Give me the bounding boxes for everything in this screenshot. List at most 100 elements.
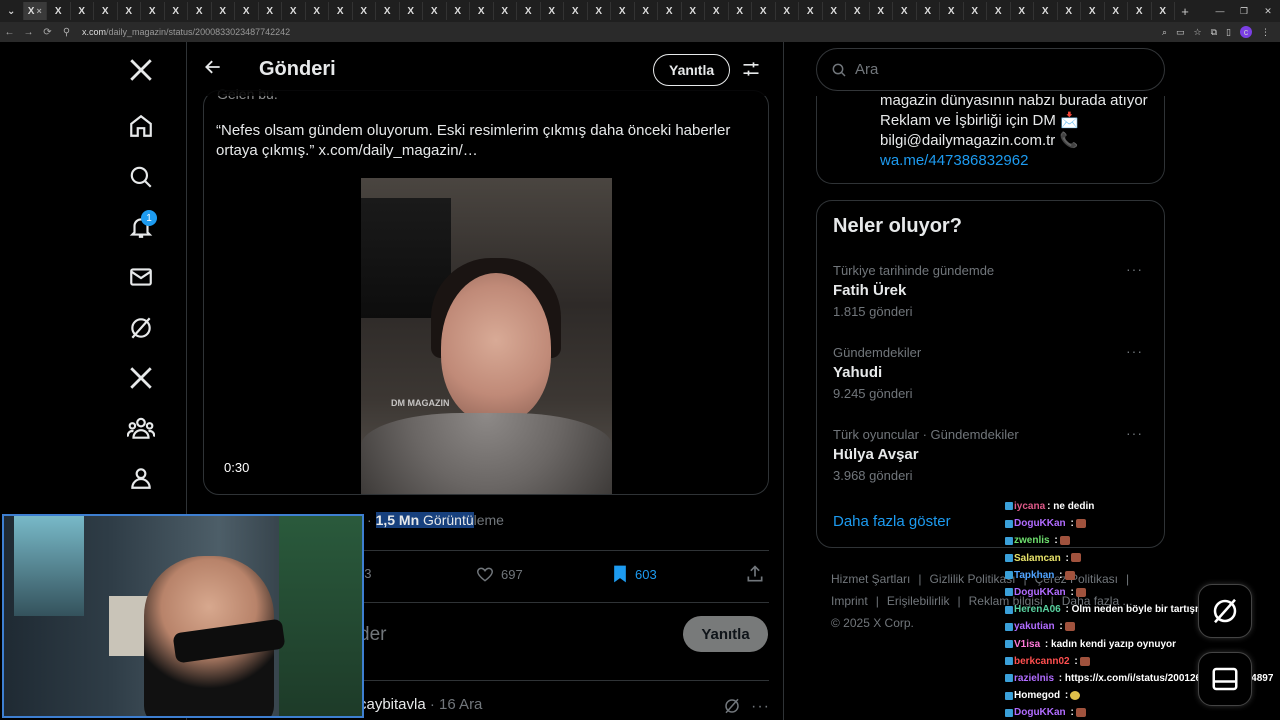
browser-tab[interactable]: X: [635, 2, 658, 20]
sliders-settings-icon[interactable]: [741, 59, 761, 79]
browser-tab[interactable]: X: [682, 2, 705, 20]
browser-tab[interactable]: X: [212, 2, 235, 20]
browser-tab[interactable]: X: [188, 2, 212, 20]
browser-tab[interactable]: X: [141, 2, 165, 20]
browser-tab[interactable]: X: [165, 2, 188, 20]
zoom-icon[interactable]: ⌕: [1162, 27, 1167, 38]
browser-tab[interactable]: X: [611, 2, 635, 20]
browser-tab[interactable]: X: [1011, 2, 1034, 20]
tab-close-icon[interactable]: ×: [36, 6, 41, 16]
grok-explain-icon[interactable]: [723, 697, 741, 715]
messages-mail-icon[interactable]: [127, 263, 155, 291]
new-tab-icon[interactable]: +: [1175, 4, 1195, 19]
extension-badge-icon[interactable]: c: [1240, 26, 1252, 38]
browser-tab[interactable]: X: [1152, 2, 1175, 20]
browser-tab[interactable]: X: [329, 2, 353, 20]
profile-icon[interactable]: [127, 464, 155, 492]
more-options-icon[interactable]: ···: [751, 698, 770, 716]
grok-icon[interactable]: [127, 314, 155, 342]
browser-tab[interactable]: X: [752, 2, 776, 20]
reply-author-handle[interactable]: caybitavla: [359, 696, 426, 713]
search-input[interactable]: [855, 61, 1135, 78]
split-view-icon[interactable]: ▯: [1226, 27, 1231, 38]
tab-search-icon[interactable]: ⌄: [0, 2, 24, 20]
trend-more-icon[interactable]: ···: [1126, 343, 1143, 359]
browser-tab[interactable]: X: [470, 2, 494, 20]
show-more-link[interactable]: Daha fazla göster: [833, 513, 951, 530]
trend-item[interactable]: Gündemdekiler Yahudi 9.245 gönderi ···: [833, 343, 1153, 401]
browser-tab[interactable]: X: [776, 2, 799, 20]
browser-tab[interactable]: X: [94, 2, 118, 20]
grok-floating-button[interactable]: [1198, 584, 1252, 638]
reply-submit-button[interactable]: Yanıtla: [683, 616, 768, 652]
bookmark-button[interactable]: 603: [611, 564, 657, 584]
video-player[interactable]: DM MAGAZIN: [361, 178, 612, 494]
browser-menu-icon[interactable]: ⋮: [1261, 27, 1270, 38]
browser-tab[interactable]: X: [423, 2, 447, 20]
share-button[interactable]: [745, 564, 765, 584]
browser-tab[interactable]: X: [705, 2, 729, 20]
reload-icon[interactable]: ⟳: [38, 27, 57, 38]
browser-tab[interactable]: X: [1081, 2, 1105, 20]
browser-tab[interactable]: X: [799, 2, 823, 20]
browser-tab[interactable]: X: [917, 2, 940, 20]
minimize-icon[interactable]: —: [1208, 6, 1232, 16]
url-text[interactable]: x.com/daily_magazin/status/2000833023487…: [82, 27, 290, 37]
premium-x-icon[interactable]: [127, 364, 155, 392]
footer-link[interactable]: Imprint: [831, 594, 868, 608]
browser-tab[interactable]: X: [823, 2, 846, 20]
back-nav-icon[interactable]: ←: [0, 27, 19, 38]
browser-tab[interactable]: X: [846, 2, 870, 20]
browser-tab[interactable]: X: [259, 2, 282, 20]
messages-floating-button[interactable]: [1198, 652, 1252, 706]
browser-tab[interactable]: X: [870, 2, 893, 20]
browser-tab[interactable]: X: [47, 2, 71, 20]
trend-more-icon[interactable]: ···: [1126, 425, 1143, 441]
search-box[interactable]: [816, 48, 1165, 91]
browser-tab[interactable]: X: [517, 2, 541, 20]
browser-tab[interactable]: X: [235, 2, 259, 20]
browser-tab[interactable]: X: [541, 2, 564, 20]
back-arrow-icon[interactable]: [203, 57, 227, 81]
quoted-post-card[interactable]: “Nefes olsam gündem oluyorum. Eski resim…: [203, 90, 769, 495]
browser-tab[interactable]: X: [494, 2, 517, 20]
reply-header-button[interactable]: Yanıtla: [653, 54, 731, 86]
bookmark-star-icon[interactable]: ☆: [1194, 27, 1202, 38]
browser-tab[interactable]: X: [1128, 2, 1152, 20]
browser-tab[interactable]: X: [1058, 2, 1081, 20]
browser-tab[interactable]: X: [118, 2, 141, 20]
browser-tab[interactable]: X: [564, 2, 588, 20]
home-icon[interactable]: [127, 112, 155, 140]
communities-icon[interactable]: [127, 414, 155, 442]
footer-link[interactable]: Erişilebilirlik: [887, 594, 950, 608]
explore-search-icon[interactable]: [127, 163, 155, 191]
bio-link[interactable]: wa.me/447386832962: [880, 152, 1028, 169]
like-button[interactable]: 697: [475, 564, 523, 584]
x-logo-icon[interactable]: [127, 56, 155, 84]
browser-tab[interactable]: X: [987, 2, 1011, 20]
browser-tab[interactable]: X: [353, 2, 376, 20]
trend-more-icon[interactable]: ···: [1126, 261, 1143, 277]
browser-tab[interactable]: X: [893, 2, 917, 20]
trend-item[interactable]: Türkiye tarihinde gündemde Fatih Ürek 1.…: [833, 261, 1153, 319]
browser-tab[interactable]: X: [1105, 2, 1128, 20]
browser-tab[interactable]: X: [447, 2, 470, 20]
browser-tab[interactable]: X: [306, 2, 329, 20]
browser-tab[interactable]: X: [282, 2, 306, 20]
site-info-icon[interactable]: ⚲: [57, 27, 76, 38]
cast-icon[interactable]: ▭: [1176, 27, 1185, 38]
extensions-icon[interactable]: ⧉: [1211, 27, 1217, 38]
footer-link[interactable]: Gizlilik Politikası: [929, 572, 1015, 586]
browser-tab[interactable]: X: [729, 2, 752, 20]
browser-tab[interactable]: X ×: [23, 2, 47, 20]
browser-tab[interactable]: X: [964, 2, 987, 20]
browser-tab[interactable]: X: [71, 2, 94, 20]
browser-tab[interactable]: X: [940, 2, 964, 20]
browser-tab[interactable]: X: [588, 2, 611, 20]
trend-item[interactable]: Türk oyuncular · Gündemdekiler Hülya Avş…: [833, 425, 1153, 483]
restore-icon[interactable]: ❐: [1232, 6, 1256, 17]
close-window-icon[interactable]: ✕: [1256, 6, 1280, 17]
browser-tab[interactable]: X: [376, 2, 400, 20]
footer-link[interactable]: Hizmet Şartları: [831, 572, 910, 586]
browser-tab[interactable]: X: [658, 2, 682, 20]
